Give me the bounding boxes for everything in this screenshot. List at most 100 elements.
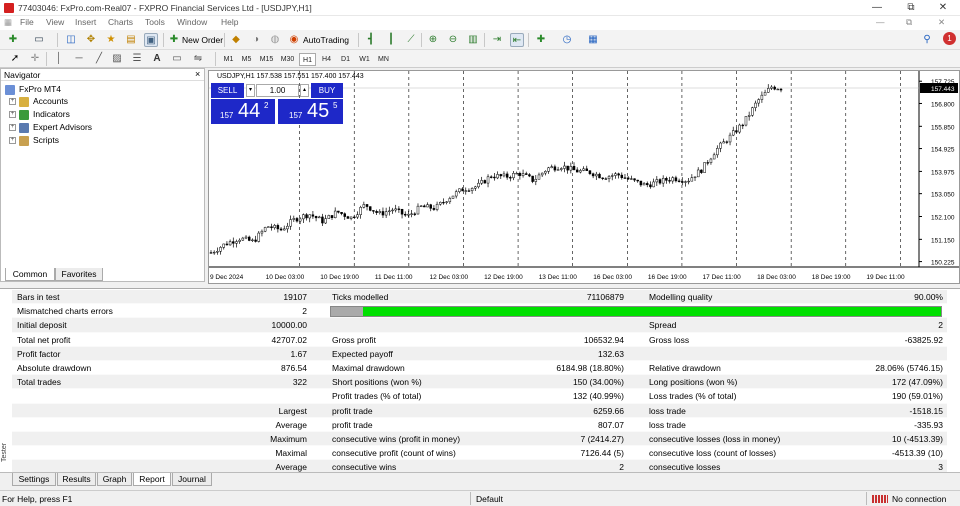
restore-button[interactable]: ⧉ bbox=[896, 0, 926, 16]
profiles-icon[interactable]: ▭ bbox=[32, 33, 46, 47]
arrows-icon[interactable]: ⇋ bbox=[191, 52, 205, 66]
candle-body bbox=[528, 174, 531, 177]
expand-icon[interactable]: + bbox=[9, 124, 16, 132]
tab-favorites[interactable]: Favorites bbox=[55, 268, 103, 281]
nav-root[interactable]: FxPro MT4 bbox=[5, 83, 61, 95]
sell-button[interactable]: SELL bbox=[211, 83, 244, 98]
timeframe-m15[interactable]: M15 bbox=[257, 53, 276, 66]
timeframe-w1[interactable]: W1 bbox=[356, 53, 373, 66]
minimize-button[interactable]: — bbox=[862, 0, 892, 16]
timeframe-h1[interactable]: H1 bbox=[299, 53, 316, 66]
expand-icon[interactable]: + bbox=[9, 98, 16, 106]
child-minimize-button[interactable]: — bbox=[876, 17, 885, 27]
chart-shift-icon[interactable]: ⇤ bbox=[510, 33, 524, 47]
market-icon[interactable]: ◍ bbox=[268, 33, 282, 47]
sell-price[interactable]: 157 44 2 bbox=[211, 99, 275, 124]
timeframe-m1[interactable]: M1 bbox=[220, 53, 237, 66]
zoom-in-icon[interactable]: ⊕ bbox=[426, 33, 440, 47]
menu-doc-icon[interactable]: ▦ bbox=[4, 17, 12, 28]
tab-journal[interactable]: Journal bbox=[172, 473, 212, 486]
metaeditor-icon[interactable]: ◆ bbox=[229, 33, 243, 47]
new-order-icon[interactable]: ✚ bbox=[167, 33, 181, 47]
expand-icon[interactable]: + bbox=[9, 111, 16, 119]
cursor-icon[interactable]: ➚ bbox=[8, 52, 22, 66]
horizontal-line-icon[interactable]: ─ bbox=[72, 52, 86, 66]
menu-view[interactable]: View bbox=[46, 17, 64, 27]
zoom-out-icon[interactable]: ⊖ bbox=[446, 33, 460, 47]
lot-decrease-button[interactable]: ▾ bbox=[246, 84, 255, 97]
status-profile[interactable]: Default bbox=[476, 494, 503, 504]
nav-item-indicators[interactable]: + Indicators bbox=[9, 108, 70, 120]
timeframe-m30[interactable]: M30 bbox=[278, 53, 297, 66]
expand-icon[interactable]: + bbox=[9, 137, 16, 145]
periods-icon[interactable]: ◷ bbox=[560, 33, 574, 47]
chart-window[interactable]: 9 Dec 2024 10 Dec 03:00 10 Dec 19:00 11 Dec… bbox=[208, 70, 960, 284]
menu-charts[interactable]: Charts bbox=[108, 17, 133, 27]
line-chart-icon[interactable]: ⟋ bbox=[404, 33, 418, 47]
label-icon[interactable]: ▭ bbox=[170, 52, 184, 66]
report-cell-c3v: 90.00% bbox=[914, 292, 943, 302]
menu-help[interactable]: Help bbox=[221, 17, 238, 27]
candle-body bbox=[719, 142, 722, 149]
vertical-line-icon[interactable]: │ bbox=[52, 52, 66, 66]
candlestick-icon[interactable]: ┃ bbox=[384, 33, 398, 47]
y-tick-label: 153.975 bbox=[931, 169, 955, 176]
tab-report[interactable]: Report bbox=[133, 473, 171, 486]
buy-price[interactable]: 157 45 5 bbox=[278, 99, 343, 124]
tab-common[interactable]: Common bbox=[5, 268, 55, 281]
nav-item-expert-advisors[interactable]: + Expert Advisors bbox=[9, 121, 92, 133]
child-restore-button[interactable]: ⧉ bbox=[906, 17, 912, 28]
templates-icon[interactable]: ▦ bbox=[586, 33, 600, 47]
tab-settings[interactable]: Settings bbox=[12, 473, 56, 486]
nav-item-accounts[interactable]: + Accounts bbox=[9, 95, 68, 107]
strategy-tester-icon[interactable]: ▣ bbox=[144, 33, 158, 47]
indicators-icon[interactable]: ✚ bbox=[534, 33, 548, 47]
autotrading-icon[interactable]: ◉ bbox=[287, 33, 301, 47]
tab-results[interactable]: Results bbox=[57, 473, 96, 486]
channel-icon[interactable]: ▨ bbox=[110, 52, 124, 66]
candle-body bbox=[445, 201, 448, 203]
new-chart-icon[interactable]: ✚ bbox=[6, 33, 20, 47]
close-button[interactable]: ✕ bbox=[928, 0, 958, 16]
market-watch-icon[interactable]: ◫ bbox=[64, 33, 78, 47]
menu-file[interactable]: File bbox=[20, 17, 34, 27]
tile-windows-icon[interactable]: ▥ bbox=[466, 33, 480, 47]
menu-tools[interactable]: Tools bbox=[145, 17, 165, 27]
timeframe-mn[interactable]: MN bbox=[375, 53, 392, 66]
buy-button[interactable]: BUY bbox=[311, 83, 343, 98]
notifications-badge[interactable]: 1 bbox=[943, 32, 956, 45]
standard-toolbar: ✚ ▭ ◫ ✥ ★ ▤ ▣ ✚ New Order ◆ ◑ ◍ ◉ AutoTr… bbox=[0, 30, 960, 50]
lot-input[interactable]: 1.00 bbox=[256, 84, 299, 97]
signals-icon[interactable]: ◑ bbox=[249, 33, 263, 47]
terminal-icon[interactable]: ▤ bbox=[124, 33, 138, 47]
menu-insert[interactable]: Insert bbox=[75, 17, 96, 27]
timeframe-m5[interactable]: M5 bbox=[238, 53, 255, 66]
candle-body bbox=[681, 181, 684, 183]
report-cell-c2l: consecutive wins bbox=[332, 462, 397, 473]
navigator-close-button[interactable]: × bbox=[195, 69, 200, 79]
search-icon[interactable]: ⚲ bbox=[920, 33, 934, 47]
fibonacci-icon[interactable]: ☰ bbox=[130, 52, 144, 66]
bar-chart-icon[interactable]: ┫ bbox=[364, 33, 378, 47]
tab-graph[interactable]: Graph bbox=[97, 473, 132, 486]
navigator-icon[interactable]: ★ bbox=[104, 33, 118, 47]
candle-body bbox=[270, 226, 273, 229]
data-window-icon[interactable]: ✥ bbox=[84, 33, 98, 47]
child-close-button[interactable]: ✕ bbox=[938, 17, 945, 28]
timeframe-h4[interactable]: H4 bbox=[318, 53, 335, 66]
autoscroll-icon[interactable]: ⇥ bbox=[490, 33, 504, 47]
text-icon[interactable]: A bbox=[150, 52, 164, 66]
crosshair-icon[interactable]: ✛ bbox=[28, 52, 42, 66]
candle-body bbox=[384, 211, 388, 216]
menu-window[interactable]: Window bbox=[177, 17, 207, 27]
nav-item-scripts[interactable]: + Scripts bbox=[9, 134, 59, 146]
report-cell-c2v: 6184.98 (18.80%) bbox=[556, 363, 624, 373]
trendline-icon[interactable]: ╱ bbox=[92, 52, 106, 66]
candle-body bbox=[610, 175, 614, 177]
report-cell-c1v: Average bbox=[275, 419, 307, 430]
candle-body bbox=[731, 130, 735, 136]
autotrading-button[interactable]: AutoTrading bbox=[303, 35, 349, 45]
timeframe-d1[interactable]: D1 bbox=[337, 53, 354, 66]
lot-increase-button[interactable]: ▴ bbox=[300, 84, 309, 97]
new-order-button[interactable]: New Order bbox=[182, 35, 223, 45]
